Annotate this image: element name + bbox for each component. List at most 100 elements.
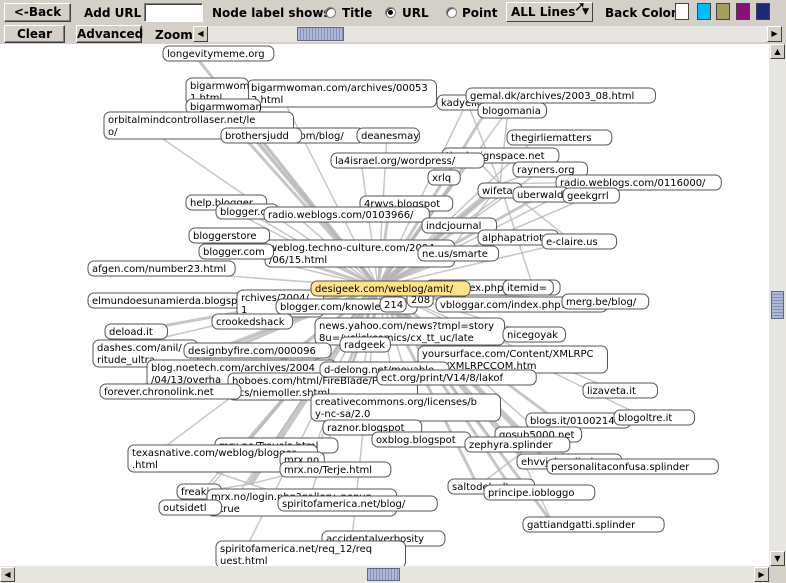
back-color-swatch-olive[interactable] (716, 3, 730, 20)
graph-node[interactable]: deanesmay (356, 127, 420, 144)
graph-node[interactable]: ne.us/smarte (417, 245, 500, 262)
node-label: itemid= (507, 283, 547, 294)
back-button[interactable]: <-Back (4, 3, 71, 22)
vertical-scrollbar[interactable]: ▲ ▼ (769, 44, 786, 566)
graph-node[interactable]: gattiandgatti.splinder (522, 516, 665, 533)
horizontal-scrollbar[interactable]: ◀ ▶ (0, 566, 769, 583)
graph-node[interactable]: personalitaconfusa.splinder (546, 458, 719, 475)
graph-node[interactable]: xrlq (427, 169, 461, 186)
node-label: radgeek (344, 340, 385, 351)
node-label: ne.us/smarte (422, 249, 488, 260)
graph-node[interactable]: geekgrrl (562, 187, 620, 204)
graph-node[interactable]: oxblog.blogspot (371, 431, 472, 448)
add-url-label: Add URL (84, 6, 142, 20)
node-label: ritude_ultra (97, 355, 155, 366)
node-label: crookedshack (216, 317, 285, 328)
graph-node[interactable]: outsidetl (158, 499, 222, 516)
graph-node[interactable]: bigarmwoman.com/archives/000533.html (246, 79, 437, 108)
graph-node[interactable]: radgeek (339, 336, 391, 353)
mouse-cursor-icon: ➚ (574, 0, 586, 15)
graph-node[interactable]: forever.chronolink.net (99, 383, 242, 400)
vertical-scroll-thumb[interactable] (771, 291, 784, 319)
graph-node[interactable]: lizaveta.it (582, 382, 659, 399)
zoom-right-arrow-icon[interactable]: ▶ (767, 26, 782, 42)
radio-point[interactable] (446, 7, 457, 18)
node-label: hoboes.com/html/FireBlade/Poli (232, 376, 389, 387)
node-label: /06/15.html (269, 255, 327, 266)
node-label: principe.iobloggo (488, 488, 574, 499)
node-label: mrx.no/Terje.html (284, 465, 372, 476)
link-edge (499, 109, 509, 185)
graph-node[interactable]: e-claire.us (541, 233, 618, 250)
graph-node[interactable]: zephyra.splinder (464, 436, 571, 453)
node-label: bigarmwoman.com/archives/00053 (251, 83, 428, 94)
radio-title[interactable] (325, 7, 336, 18)
graph-node[interactable]: ect.org/print/V14/8/lakof (376, 369, 537, 386)
graph-node[interactable]: brothersjudd (220, 127, 303, 144)
scroll-up-arrow-icon[interactable]: ▲ (770, 44, 785, 59)
node-label: designbyfire.com/000096 (188, 346, 316, 357)
graph-node[interactable]: elmundoesunamierda.blogspot (87, 292, 260, 309)
graph-node[interactable]: crookedshack (211, 313, 294, 330)
graph-node[interactable]: uberwald (512, 186, 570, 203)
node-label: weblog.techno-culture.com/2004 (269, 243, 435, 254)
graph-node[interactable]: mrx.no/Terje.html (279, 461, 392, 478)
scroll-down-arrow-icon[interactable]: ▼ (770, 551, 785, 566)
graph-node[interactable]: la4israel.org/wordpress/ (330, 152, 485, 169)
back-color-swatch-purple[interactable] (736, 3, 750, 20)
back-color-swatch-cyan[interactable] (697, 3, 711, 20)
radio-point-label: Point (462, 6, 498, 20)
lines-select-value: ALL Lines (511, 5, 576, 19)
node-label: yoursurface.com/Content/XMLRPC (422, 349, 594, 360)
node-label: indcjournal (426, 221, 481, 232)
advanced-button[interactable]: Advanced (76, 25, 143, 43)
graph-node[interactable]: creativecommons.org/licenses/by-nc-sa/2.… (310, 393, 501, 422)
node-label: radio.weblogs.com/0103966/ (268, 210, 414, 221)
graph-node[interactable]: bloggerstore (188, 227, 271, 244)
node-label: afgen.com/number23.html (92, 264, 226, 275)
graph-node[interactable]: 214 (379, 296, 407, 313)
clear-button[interactable]: Clear (4, 25, 65, 43)
node-label: freaki (181, 487, 209, 498)
node-label: dashes.com/anil/ (97, 343, 182, 354)
graph-node[interactable]: radio.weblogs.com/0103966/ (263, 206, 430, 223)
node-label: personalitaconfusa.splinder (551, 462, 690, 473)
zoom-slider[interactable]: ◀ ▶ (193, 26, 782, 42)
graph-node[interactable]: spiritofamerica.net/blog/ (277, 495, 438, 512)
graph-node[interactable]: designbyfire.com/000096 (183, 342, 332, 359)
graph-node[interactable]: deload.it (104, 323, 168, 340)
node-label: uest.html (220, 556, 268, 566)
zoom-slider-thumb[interactable] (297, 27, 344, 41)
graph-node[interactable]: nicegoyak (502, 326, 566, 343)
node-label: 208 (411, 295, 430, 306)
node-label: creativecommons.org/licenses/b (315, 397, 477, 408)
graph-node[interactable]: afgen.com/number23.html (87, 260, 236, 277)
add-url-input[interactable] (144, 3, 203, 22)
scroll-left-arrow-icon[interactable]: ◀ (0, 567, 15, 582)
graph-node[interactable]: merg.be/blog/ (561, 293, 650, 310)
graph-node[interactable]: spiritofamerica.net/req_12/request.html (215, 540, 406, 566)
graph-node[interactable]: blogomania (477, 102, 547, 119)
graph-node[interactable]: longevitymeme.org (162, 45, 275, 62)
graph-node[interactable]: blogoltre.it (613, 409, 696, 426)
graph-node[interactable]: gemal.dk/archives/2003_08.html (465, 87, 656, 104)
graph-canvas[interactable]: longevitymeme.org bigarmwoman.com/archive… (0, 44, 769, 566)
scroll-right-arrow-icon[interactable]: ▶ (754, 567, 769, 582)
horizontal-scroll-thumb[interactable] (367, 568, 400, 581)
hub-node[interactable]: desigeek.com/weblog/amit/ (310, 280, 471, 297)
radio-url[interactable] (385, 7, 396, 18)
graph-node[interactable]: principe.iobloggo (483, 484, 596, 501)
node-label: o/ (108, 127, 118, 138)
node-label: news.yahoo.com/news?tmpl=story (319, 321, 494, 332)
graph-node[interactable]: itemid= (502, 279, 554, 296)
zoom-left-arrow-icon[interactable]: ◀ (193, 26, 208, 42)
node-label: spiritofamerica.net/blog/ (282, 499, 406, 510)
back-color-swatch-navy[interactable] (756, 3, 770, 20)
link-graph[interactable]: longevitymeme.org bigarmwoman.com/archive… (0, 44, 769, 566)
node-label: blogger.com (203, 247, 265, 258)
node-label: gattiandgatti.splinder (527, 520, 636, 531)
graph-node[interactable]: thegirliematters (506, 129, 613, 146)
back-color-swatch-white[interactable] (675, 3, 689, 20)
node-label: outsidetl (163, 503, 207, 514)
graph-node[interactable]: blogger.com (198, 243, 275, 260)
